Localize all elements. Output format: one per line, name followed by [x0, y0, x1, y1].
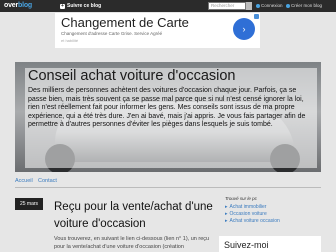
logo-accent: blog — [18, 2, 32, 9]
post-date-badge: 25 mars — [15, 198, 43, 210]
sidebar-link-list: ▸ Achat immobilier ▸ Occasion voiture ▸ Ach… — [225, 204, 280, 225]
sidebar-link-label: Occasion voiture — [229, 211, 267, 217]
nav-item-accueil[interactable]: Accueil — [15, 178, 33, 184]
header-banner: Conseil achat voiture d'occasion Des mil… — [15, 62, 321, 172]
search-button[interactable] — [246, 2, 252, 10]
arrow-right-icon: ▸ — [225, 211, 228, 217]
follow-blog-button[interactable]: + Suivre ce blog — [60, 3, 101, 9]
user-icon — [256, 3, 260, 8]
follow-blog-label: Suivre ce blog — [67, 3, 102, 9]
post-title[interactable]: Reçu pour la vente/achat d'une voiture d… — [54, 199, 214, 233]
follow-me-box: Suivez-moi — [219, 236, 321, 252]
create-blog-link[interactable]: Créer mon blog — [286, 3, 322, 8]
ad-title[interactable]: Changement de Carte — [61, 15, 189, 30]
search-input[interactable]: Rechercher — [208, 2, 246, 10]
ad-subtitle: Changement d'adresse Carte Grise. Servic… — [61, 31, 163, 36]
login-label: Connexion — [261, 3, 283, 8]
sidebar-link-label: Achat immobilier — [229, 204, 267, 210]
sidebar-link[interactable]: ▸ Occasion voiture — [225, 211, 280, 218]
sidebar-link[interactable]: ▸ Achat voiture occasion — [225, 218, 280, 225]
post-excerpt: Vous trouverez, en suivant le lien ci-de… — [54, 236, 210, 250]
follow-me-title: Suivez-moi — [224, 240, 269, 250]
ad-info-icon[interactable] — [254, 14, 259, 19]
sidebar-link[interactable]: ▸ Achat immobilier — [225, 204, 280, 211]
chevron-right-icon: › — [242, 24, 246, 34]
blog-description: Des milliers de personnes achètent des v… — [28, 87, 306, 128]
overblog-logo[interactable]: overblog — [4, 2, 32, 9]
nav-item-contact[interactable]: Contact — [38, 178, 57, 184]
sidebar-section-title: Trouvé sur le pc — [225, 196, 257, 201]
advertisement[interactable]: Changement de Carte Changement d'adresse… — [55, 13, 260, 48]
ad-open-button[interactable]: › — [233, 18, 255, 40]
main-nav: Accueil Contact — [15, 176, 321, 188]
nav-divider — [15, 187, 321, 188]
plus-icon: + — [60, 3, 65, 9]
create-blog-label: Créer mon blog — [291, 3, 323, 8]
blog-title[interactable]: Conseil achat voiture d'occasion — [28, 68, 236, 84]
pencil-icon — [286, 3, 290, 8]
arrow-right-icon: ▸ — [225, 218, 228, 224]
top-toolbar: overblog + Suivre ce blog Rechercher Conn… — [0, 0, 336, 12]
arrow-right-icon: ▸ — [225, 204, 228, 210]
login-link[interactable]: Connexion — [256, 3, 283, 8]
sidebar-link-label: Achat voiture occasion — [229, 218, 280, 224]
ad-subtitle-2: et habilité — [61, 38, 79, 43]
logo-main: over — [4, 2, 18, 9]
